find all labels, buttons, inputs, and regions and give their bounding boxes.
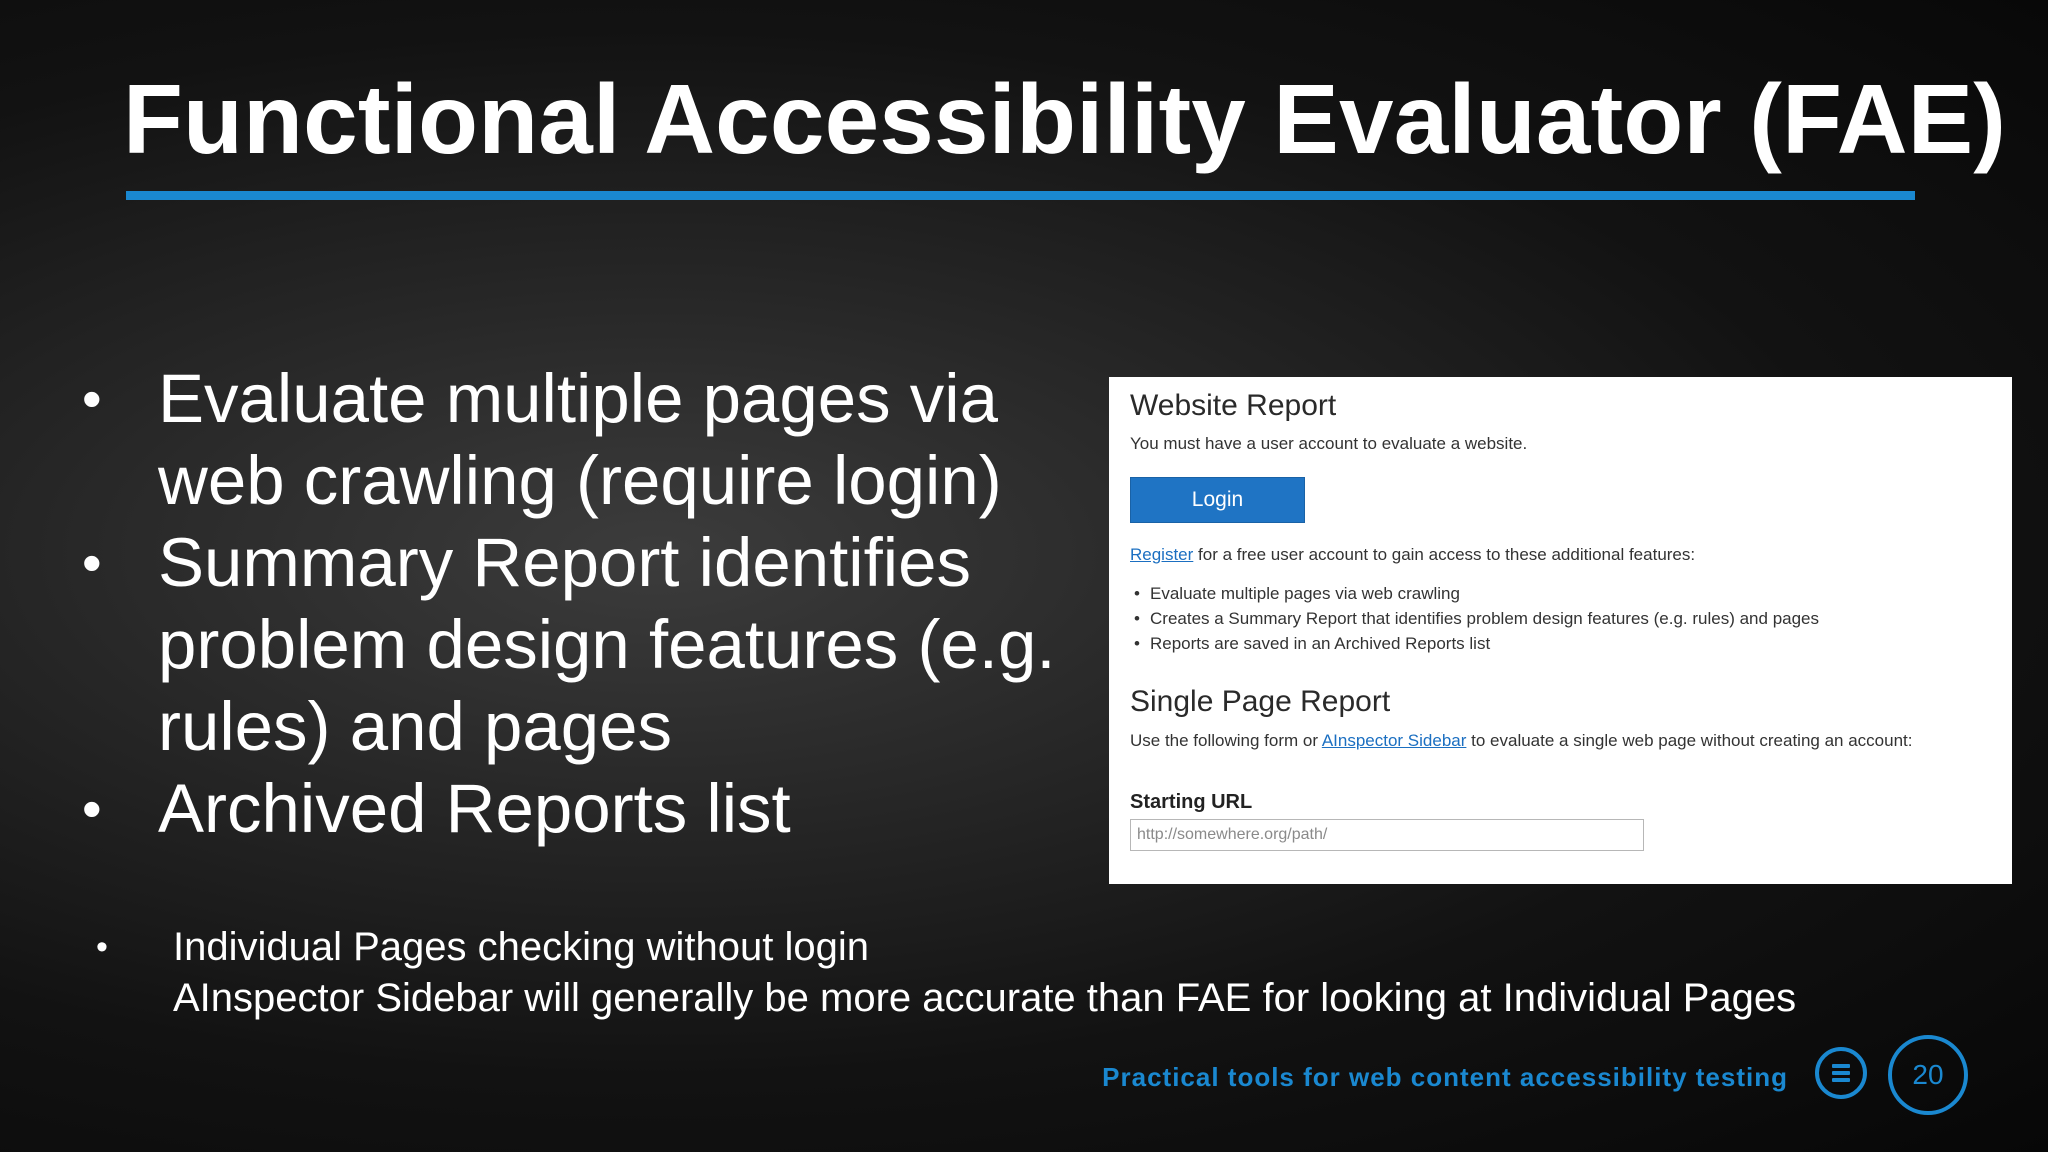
slide-title: Functional Accessibility Evaluator (FAE)	[123, 64, 2007, 174]
description-text: Use the following form or	[1130, 731, 1322, 750]
bullet-text: problem design features (e.g.	[158, 606, 1056, 683]
register-text: for a free user account to gain access t…	[1193, 545, 1696, 564]
bullet-item: • Evaluate multiple pages via web crawli…	[76, 358, 1076, 522]
starting-url-input[interactable]	[1130, 819, 1644, 851]
bullet-text: Summary Report identifies	[158, 524, 971, 601]
footer-text: Practical tools for web content accessib…	[1102, 1062, 1788, 1092]
register-line: Register for a free user account to gain…	[1130, 545, 1695, 565]
starting-url-label: Starting URL	[1130, 791, 1253, 813]
page-number: 20	[1888, 1035, 1968, 1115]
account-notice: You must have a user account to evaluate…	[1130, 434, 1528, 453]
bullet-item: • Summary Report identifies problem desi…	[76, 522, 1076, 768]
ainspector-sidebar-link[interactable]: AInspector Sidebar	[1322, 731, 1467, 750]
register-link[interactable]: Register	[1130, 545, 1193, 564]
bullet-list: • Evaluate multiple pages via web crawli…	[76, 358, 1076, 850]
bullet-text: web crawling (require login)	[158, 442, 1002, 519]
bullet-dot: •	[82, 531, 102, 594]
single-page-description: Use the following form or AInspector Sid…	[1130, 731, 1912, 751]
note-line: AInspector Sidebar will generally be mor…	[173, 976, 1797, 1020]
login-button[interactable]: Login	[1130, 477, 1305, 523]
bullet-dot: •	[82, 367, 102, 430]
bullet-text: Evaluate multiple pages via	[158, 360, 998, 437]
bullet-text: Archived Reports list	[158, 770, 791, 847]
single-page-report-heading: Single Page Report	[1130, 685, 1391, 718]
title-underline	[126, 191, 1915, 200]
menu-icon	[1832, 1061, 1850, 1085]
menu-button[interactable]	[1815, 1047, 1867, 1099]
feature-item: Reports are saved in an Archived Reports…	[1130, 631, 1819, 656]
bullet-item: • Archived Reports list	[76, 768, 1076, 850]
bullet-dot: •	[82, 777, 102, 840]
website-report-heading: Website Report	[1130, 389, 1337, 422]
feature-item: Evaluate multiple pages via web crawling	[1130, 581, 1819, 606]
feature-list: Evaluate multiple pages via web crawling…	[1130, 581, 1819, 656]
feature-item: Creates a Summary Report that identifies…	[1130, 606, 1819, 631]
note-line: Individual Pages checking without login	[173, 925, 869, 969]
bullet-text: rules) and pages	[158, 688, 672, 765]
fae-screenshot: Website Report You must have a user acco…	[1109, 377, 2012, 884]
bullet-dot: •	[96, 928, 108, 966]
bottom-note: • Individual Pages checking without logi…	[96, 922, 1996, 1024]
description-text: to evaluate a single web page without cr…	[1466, 731, 1913, 750]
